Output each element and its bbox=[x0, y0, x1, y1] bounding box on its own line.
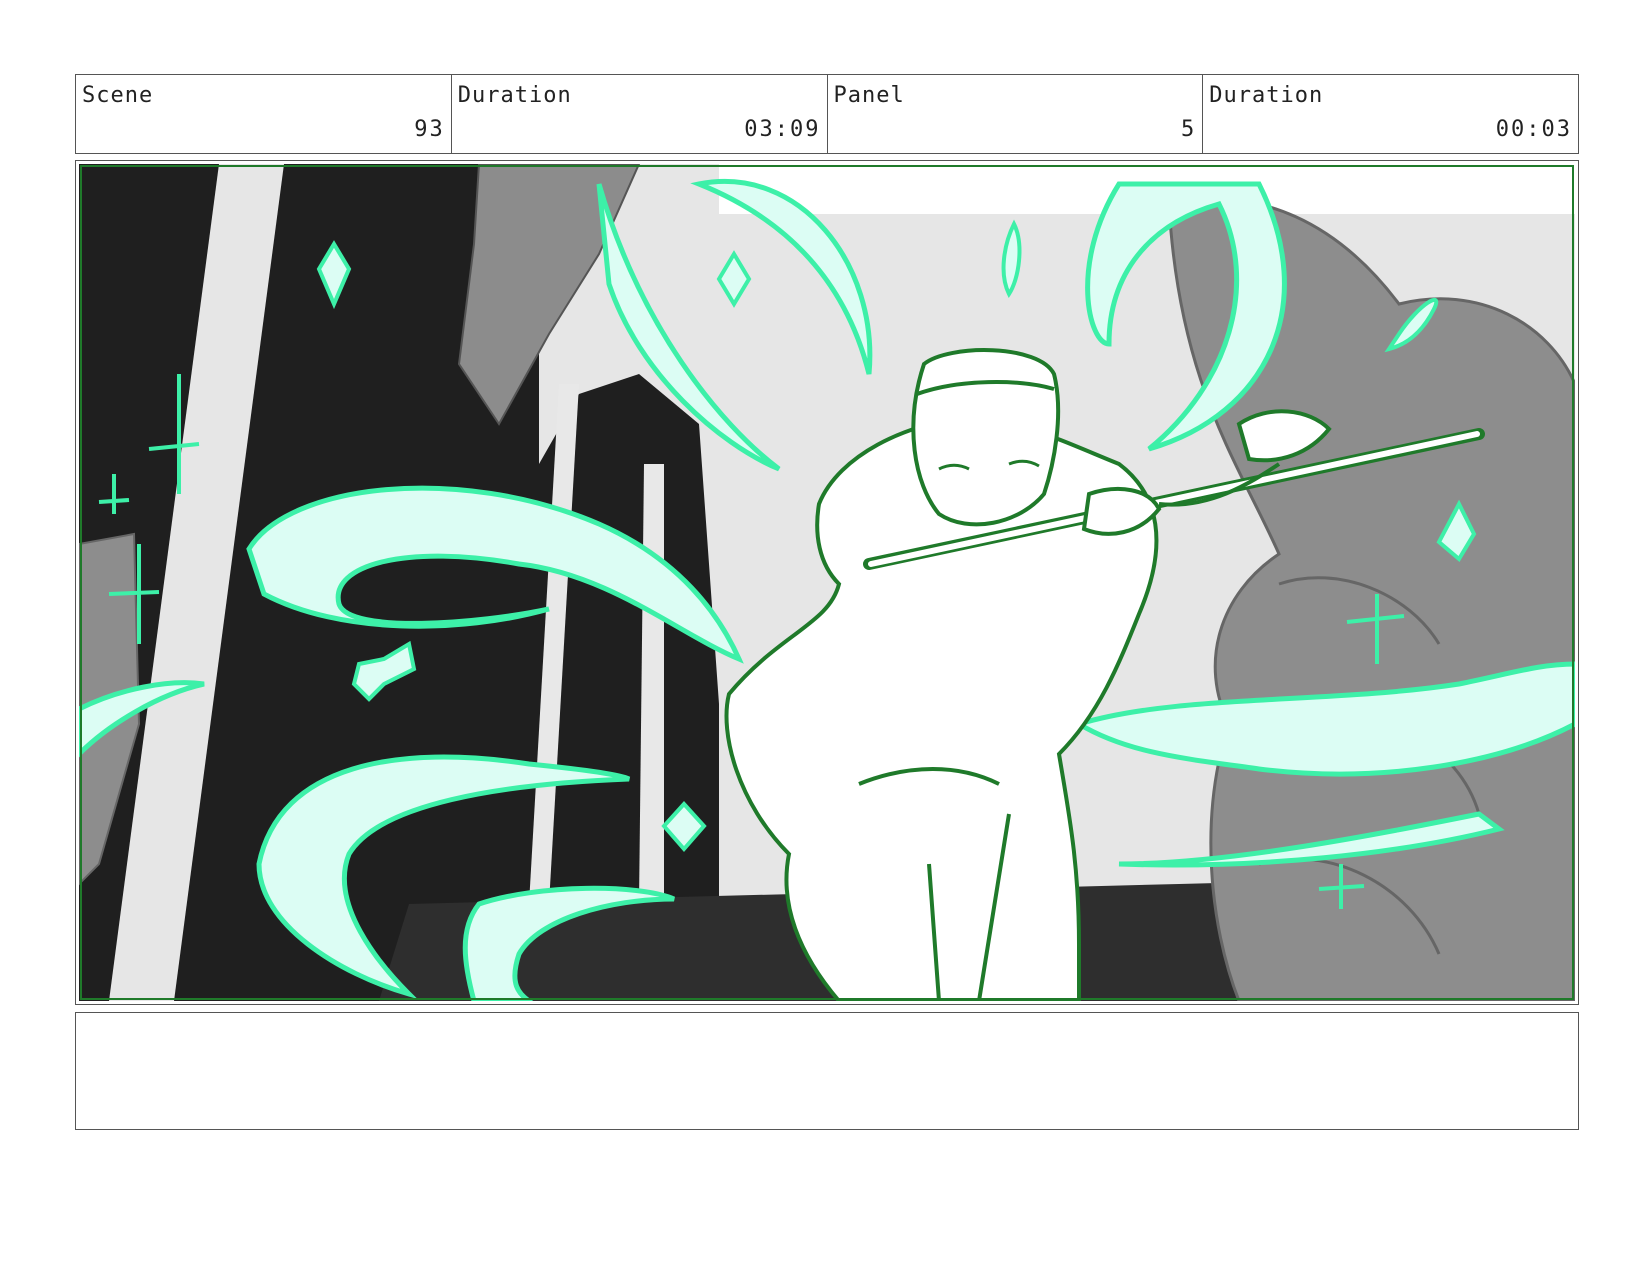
scene-duration-cell: Duration 03:09 bbox=[452, 75, 828, 153]
panel-illustration bbox=[79, 164, 1575, 1001]
panel-number: 5 bbox=[1181, 117, 1197, 142]
panel-cell: Panel 5 bbox=[828, 75, 1204, 153]
scene-duration-label: Duration bbox=[457, 83, 572, 108]
scene-cell: Scene 93 bbox=[76, 75, 452, 153]
panel-duration-label: Duration bbox=[1209, 83, 1324, 108]
scene-label: Scene bbox=[82, 83, 154, 108]
storyboard-panel bbox=[75, 160, 1579, 1005]
panel-duration-value: 00:03 bbox=[1495, 117, 1572, 142]
character-head bbox=[911, 348, 1061, 527]
storyboard-header: Scene 93 Duration 03:09 Panel 5 Duration… bbox=[75, 74, 1579, 154]
panel-label: Panel bbox=[833, 83, 905, 108]
scene-number: 93 bbox=[414, 117, 445, 142]
panel-duration-cell: Duration 00:03 bbox=[1203, 75, 1578, 153]
scene-duration-value: 03:09 bbox=[744, 117, 821, 142]
panel-notes-box[interactable] bbox=[75, 1012, 1579, 1130]
